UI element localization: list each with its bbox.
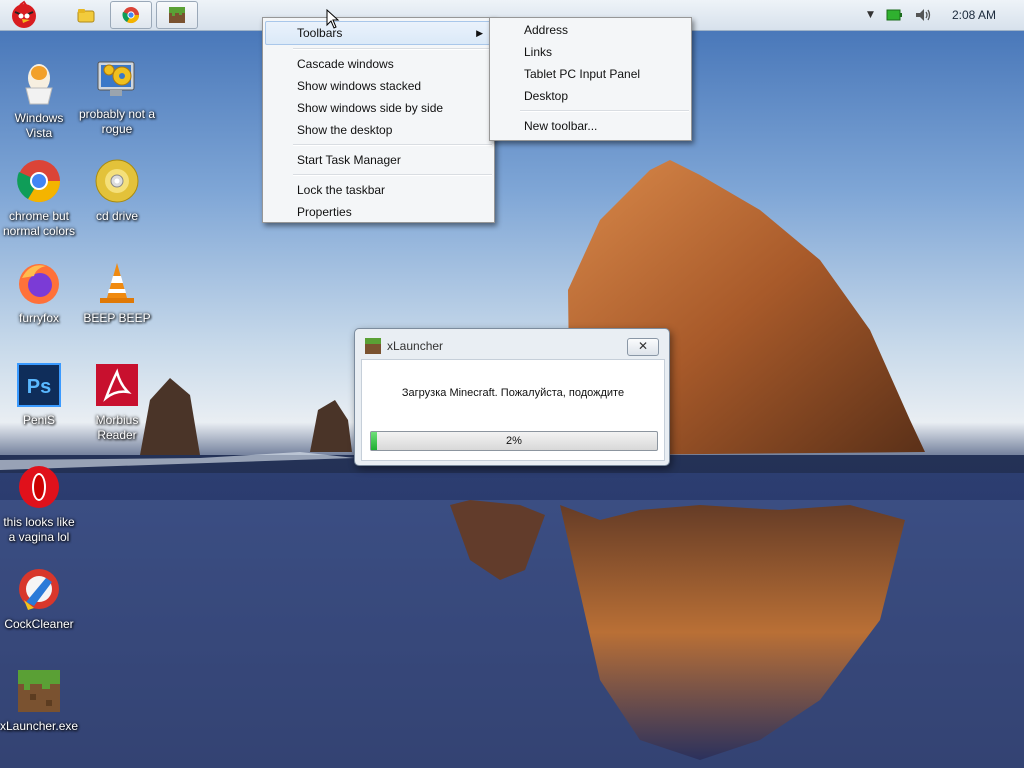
desktop-icon-label: PeniS (22, 413, 56, 427)
egg-icon (25, 64, 53, 105)
menu-item-label: Address (524, 23, 569, 37)
desktop-icon-label: Morbius Reader (95, 413, 139, 442)
xlauncher-dialog[interactable]: xLauncher ✕ Загрузка Minecraft. Пожалуйс… (354, 328, 670, 466)
toolbars-submenu[interactable]: Address Links Tablet PC Input Panel Desk… (489, 17, 692, 141)
opera-icon (19, 466, 59, 508)
menu-separator (293, 174, 492, 176)
menu-separator (293, 48, 492, 50)
menu-item-show-windows-side-by-side[interactable]: Show windows side by side (263, 97, 494, 119)
desktop-icon-cd-drive[interactable]: cd drive (78, 158, 156, 224)
desktop-icon-label: furryfox (18, 311, 59, 325)
menu-item-label: Show the desktop (297, 123, 393, 137)
desktop-icon-penis[interactable]: Ps PeniS (0, 362, 78, 428)
chevron-down-icon: ▼ (867, 10, 874, 20)
desktop-icon-xlauncher[interactable]: xLauncher.exe (0, 668, 78, 734)
progress-text: 2% (506, 435, 522, 447)
taskbar-chrome-button[interactable] (110, 1, 152, 29)
minecraft-block-icon (169, 7, 185, 23)
submenu-item-desktop[interactable]: Desktop (490, 85, 691, 107)
menu-separator (520, 110, 689, 112)
photoshop-icon: Ps (17, 363, 61, 407)
menu-item-label: Start Task Manager (297, 153, 401, 167)
cd-drive-icon (95, 159, 139, 203)
desktop-icon-cockcleaner[interactable]: CockCleaner (0, 566, 78, 632)
desktop-icon-label: chrome but normal colors (2, 209, 76, 238)
menu-item-label: Desktop (524, 89, 569, 103)
menu-item-label: Properties (297, 205, 352, 219)
desktop-icon-label: xLauncher.exe (0, 719, 79, 733)
clock[interactable]: 2:08 AM (952, 8, 996, 22)
menu-item-show-the-desktop[interactable]: Show the desktop (263, 119, 494, 141)
tray-battery[interactable] (886, 9, 902, 21)
submenu-item-new-toolbar[interactable]: New toolbar... (490, 115, 691, 137)
dialog-titlebar[interactable]: xLauncher (355, 329, 669, 363)
menu-item-lock-the-taskbar[interactable]: Lock the taskbar (263, 179, 494, 201)
menu-item-label: New toolbar... (524, 119, 598, 133)
menu-item-label: Show windows stacked (297, 79, 422, 93)
submenu-item-address[interactable]: Address (490, 19, 691, 41)
mouse-pointer-icon (326, 9, 340, 29)
taskbar-xlauncher-button[interactable] (156, 1, 198, 29)
desktop-icon-label: CockCleaner (4, 617, 74, 631)
angry-bird-icon (12, 0, 36, 28)
minecraft-block-icon (18, 670, 60, 712)
close-button[interactable]: ✕ (627, 338, 659, 356)
battery-icon (886, 9, 902, 21)
minecraft-block-icon (365, 338, 381, 354)
ccleaner-icon (19, 569, 59, 610)
tray-volume[interactable] (914, 8, 932, 22)
pdf-reader-icon (96, 364, 138, 406)
speaker-icon (915, 9, 931, 21)
desktop-icon-beep-beep[interactable]: BEEP BEEP (78, 260, 156, 326)
desktop-icon-label: this looks like a vagina lol (3, 515, 75, 544)
loading-message: Загрузка Minecraft. Пожалуйста, подождит… (401, 387, 625, 399)
desktop-icon-morbius-reader[interactable]: Morbius Reader (78, 362, 156, 443)
menu-separator (293, 144, 492, 146)
folder-icon (77, 9, 95, 23)
menu-item-start-task-manager[interactable]: Start Task Manager (263, 149, 494, 171)
menu-item-toolbars[interactable]: Toolbars ▶ (265, 21, 492, 45)
desktop-icon-opera[interactable]: this looks like a vagina lol (0, 464, 78, 545)
menu-item-show-windows-stacked[interactable]: Show windows stacked (263, 75, 494, 97)
desktop-icon-furryfox[interactable]: furryfox (0, 260, 78, 326)
desktop-icon-label: BEEP BEEP (83, 311, 151, 325)
gears-monitor-icon (97, 61, 135, 96)
progress-bar: 2% (370, 431, 658, 451)
submenu-item-links[interactable]: Links (490, 41, 691, 63)
chrome-icon (122, 7, 140, 24)
svg-text:Ps: Ps (27, 376, 51, 398)
menu-item-cascade-windows[interactable]: Cascade windows (263, 53, 494, 75)
menu-item-label: Show windows side by side (297, 101, 444, 115)
close-icon: ✕ (637, 339, 649, 353)
desktop-icon-probably-not-a-rogue[interactable]: probably not a rogue (78, 56, 156, 137)
start-button[interactable] (0, 0, 48, 30)
desktop-icon-windows-vista[interactable]: Windows Vista (0, 60, 78, 141)
desktop-icon-label: probably not a rogue (78, 107, 156, 136)
menu-item-label: Lock the taskbar (297, 183, 386, 197)
menu-item-label: Tablet PC Input Panel (524, 67, 641, 81)
desktop-icon-label: Windows Vista (14, 111, 64, 140)
traffic-cone-icon (100, 263, 134, 303)
show-hidden-icons-button[interactable]: ▼ (867, 10, 874, 20)
desktop-icon-chrome[interactable]: chrome but normal colors (0, 158, 78, 239)
menu-item-label: Links (524, 45, 553, 59)
chrome-icon (17, 160, 61, 203)
system-tray: ▼ 2:08 AM (861, 0, 1024, 30)
menu-item-properties[interactable]: Properties (263, 201, 494, 223)
taskbar-context-menu[interactable]: Toolbars ▶ Cascade windows Show windows … (262, 17, 495, 223)
desktop-icon-label: cd drive (95, 209, 139, 223)
dialog-title: xLauncher (387, 339, 444, 353)
submenu-arrow-icon: ▶ (476, 28, 483, 38)
menu-item-label: Cascade windows (297, 57, 394, 71)
dialog-body: Загрузка Minecraft. Пожалуйста, подождит… (361, 359, 665, 461)
submenu-item-tablet-pc-input-panel[interactable]: Tablet PC Input Panel (490, 63, 691, 85)
firefox-icon (19, 264, 59, 304)
quick-launch-explorer[interactable] (66, 2, 106, 28)
